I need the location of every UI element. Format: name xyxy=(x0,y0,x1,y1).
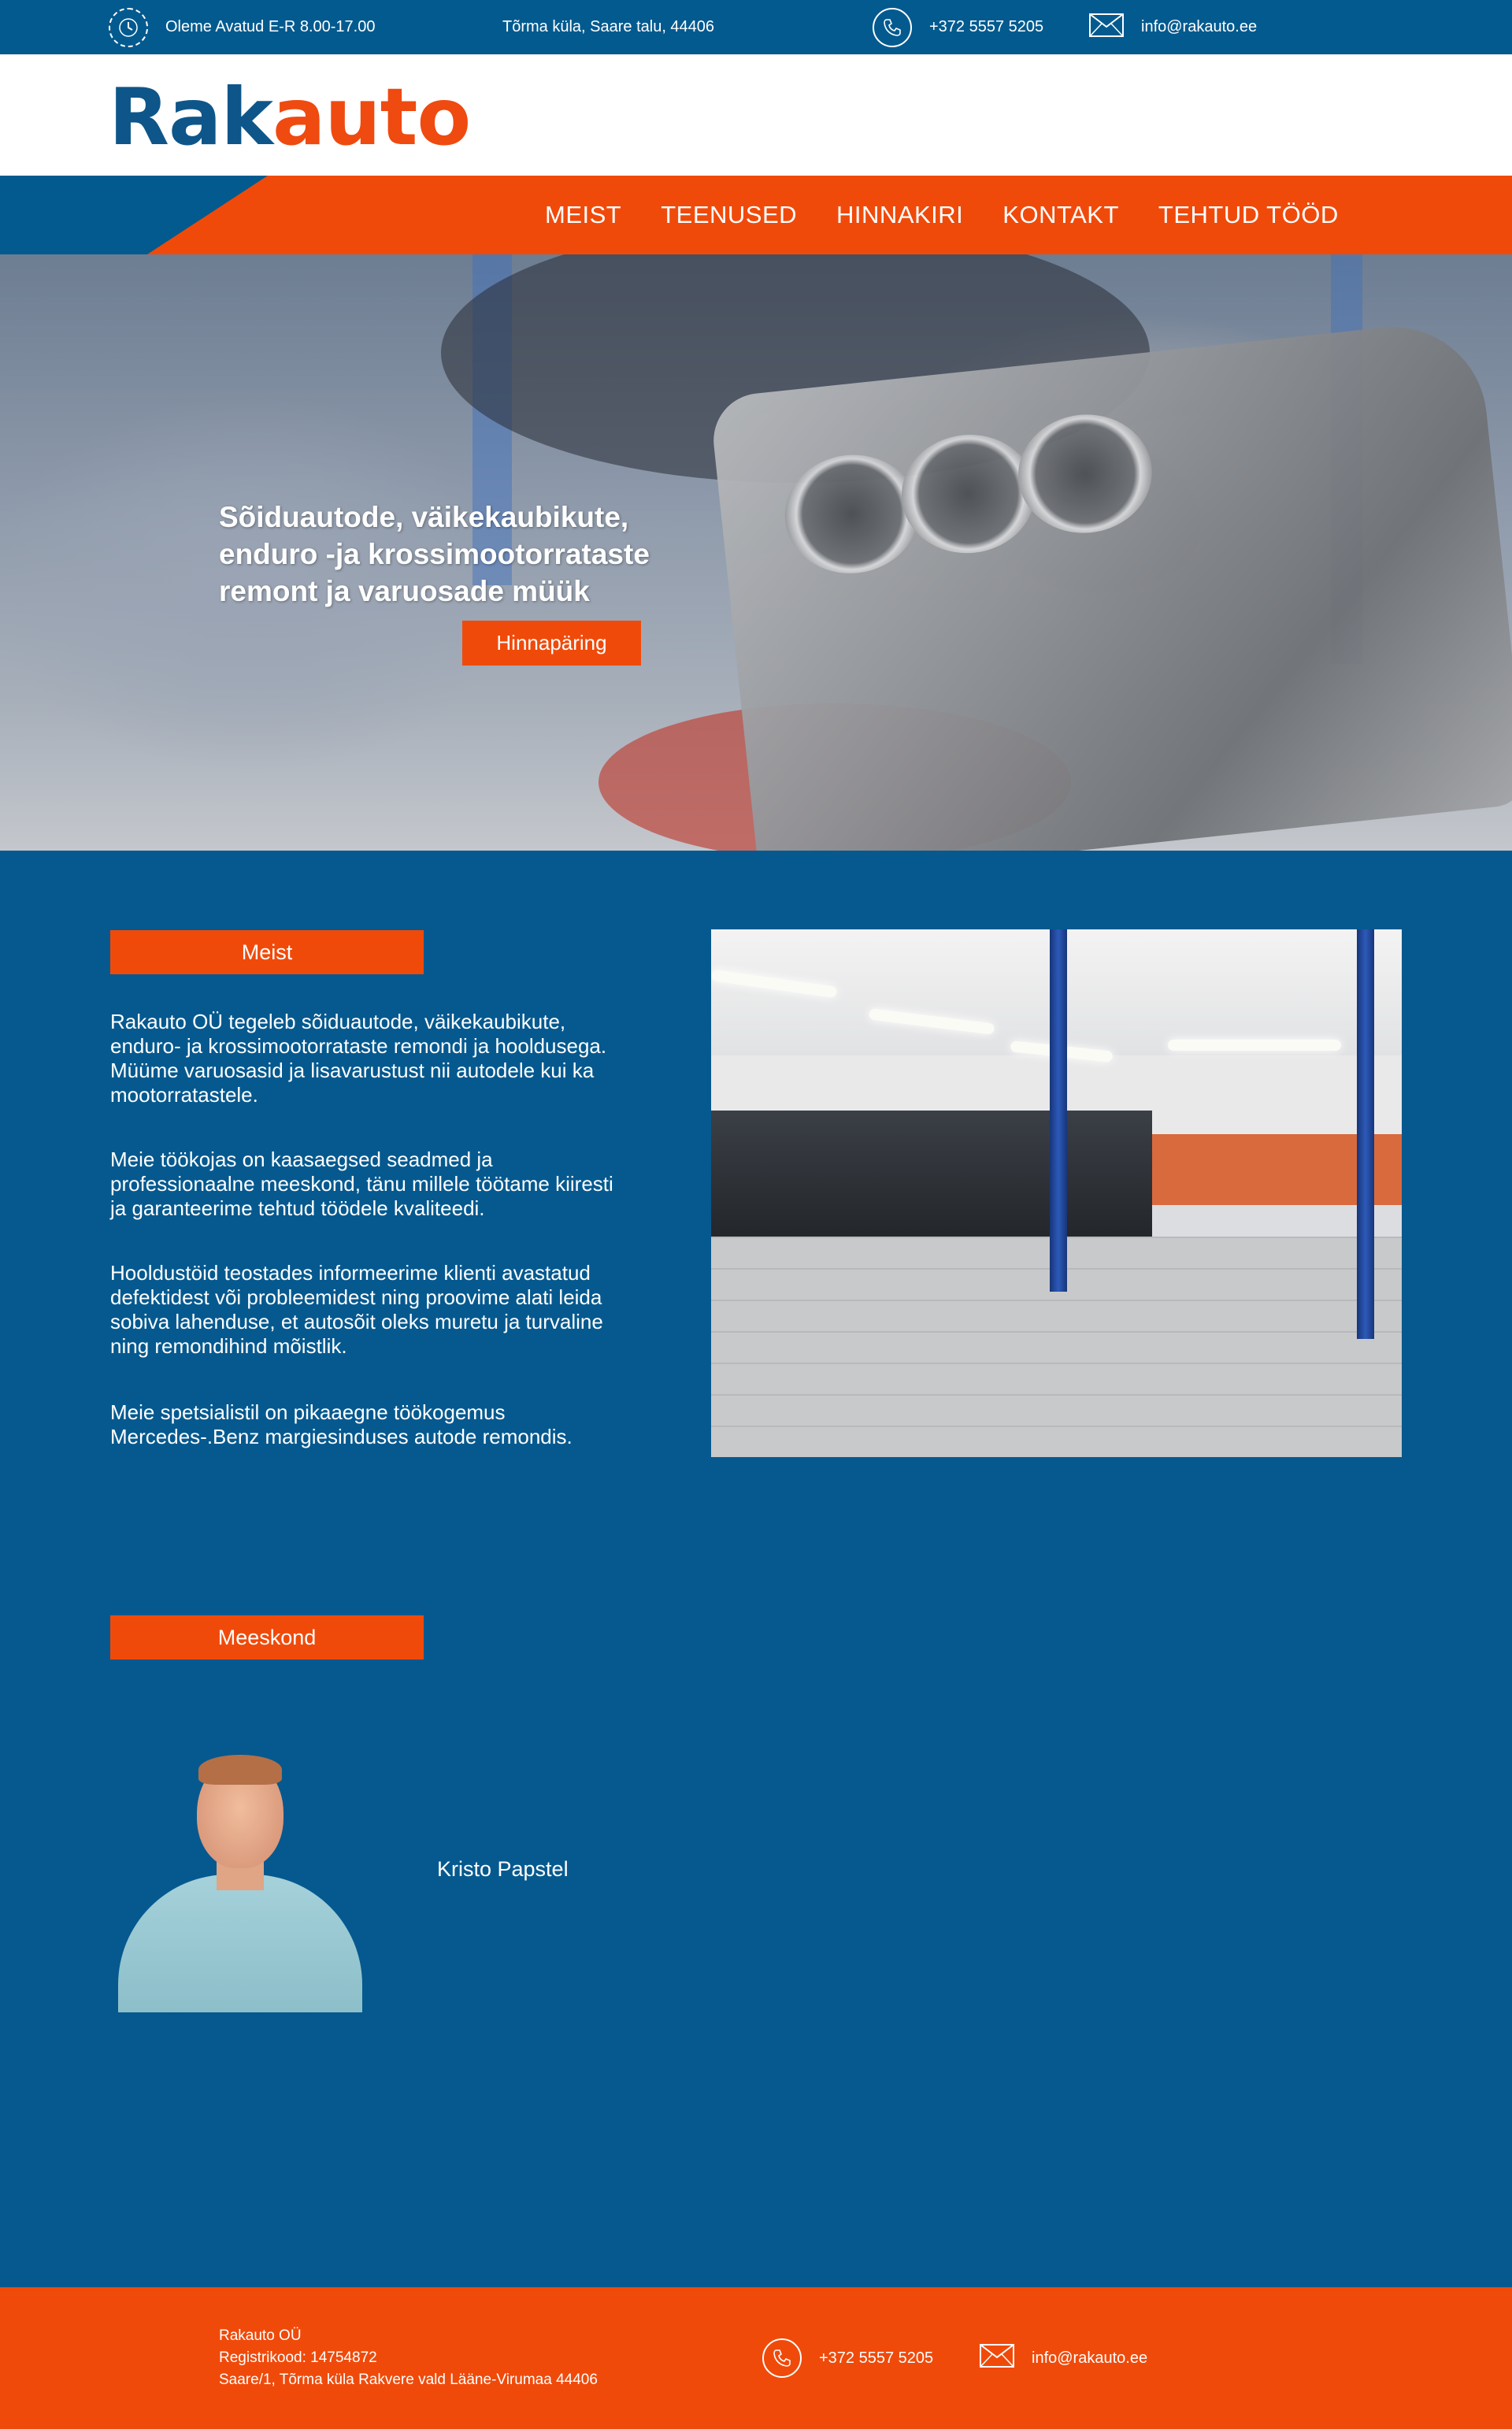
top-phone[interactable]: +372 5557 5205 xyxy=(873,0,1043,54)
footer-phone[interactable]: +372 5557 5205 xyxy=(762,2338,933,2378)
about-paragraph: Meie töökojas on kaasaegsed seadmed ja p… xyxy=(110,1148,613,1220)
site-footer: Rakauto OÜ Registrikood: 14754872 Saare/… xyxy=(0,2287,1512,2429)
main-navigation: MEIST TEENUSED HINNAKIRI KONTAKT TEHTUD … xyxy=(0,176,1512,254)
about-paragraph: Hooldustöid teostades informeerime klien… xyxy=(110,1261,603,1358)
about-heading: Meist xyxy=(110,930,424,974)
logo-part-auto: auto xyxy=(272,71,471,163)
car-lift-post xyxy=(1357,929,1374,1339)
envelope-icon xyxy=(980,2344,1014,2372)
top-email[interactable]: info@rakauto.ee xyxy=(1089,0,1257,54)
car-lift-post xyxy=(1050,929,1067,1292)
footer-regcode: Registrikood: 14754872 xyxy=(219,2349,377,2366)
team-heading: Meeskond xyxy=(110,1615,424,1660)
envelope-icon xyxy=(1089,13,1124,42)
nav-item-meist[interactable]: MEIST xyxy=(545,201,621,229)
nav-menu: MEIST TEENUSED HINNAKIRI KONTAKT TEHTUD … xyxy=(545,176,1339,254)
top-info-bar: Oleme Avatud E-R 8.00-17.00 Tõrma küla, … xyxy=(0,0,1512,54)
photo-hair xyxy=(198,1755,282,1785)
footer-company-name: Rakauto OÜ xyxy=(219,2327,302,2344)
hero-title: Sõiduautode, väikekaubikute, enduro -ja … xyxy=(219,501,650,607)
phone-icon xyxy=(873,7,912,47)
clock-icon xyxy=(109,7,148,47)
nav-blue-wedge xyxy=(0,176,268,254)
address-text: Tõrma küla, Saare talu, 44406 xyxy=(502,18,715,35)
footer-email-text[interactable]: info@rakauto.ee xyxy=(1032,2349,1147,2368)
ceiling-lamp xyxy=(1168,1040,1341,1051)
hero-banner: Sõiduautode, väikekaubikute, enduro -ja … xyxy=(0,254,1512,851)
footer-company-info: Rakauto OÜ Registrikood: 14754872 Saare/… xyxy=(219,2325,598,2391)
nav-item-hinnakiri[interactable]: HINNAKIRI xyxy=(836,201,963,229)
top-email-text[interactable]: info@rakauto.ee xyxy=(1141,18,1257,36)
about-paragraph: Meie spetsialistil on pikaaegne töökogem… xyxy=(110,1400,573,1448)
hero-engine-block-image xyxy=(709,317,1512,851)
site-logo[interactable]: Rakauto xyxy=(109,78,471,157)
photo-shirt xyxy=(118,1875,362,2012)
phone-icon xyxy=(762,2338,802,2378)
price-request-button[interactable]: Hinnapäring xyxy=(462,621,641,666)
engine-cylinder xyxy=(1012,408,1158,540)
engine-cylinder xyxy=(779,448,925,580)
footer-address: Saare/1, Tõrma küla Rakvere vald Lääne-V… xyxy=(219,2372,598,2388)
workshop-photo xyxy=(711,929,1402,1457)
logo-part-rak: Rak xyxy=(109,71,273,163)
opening-hours: Oleme Avatud E-R 8.00-17.00 xyxy=(109,0,375,54)
about-paragraph: Rakauto OÜ tegeleb sõiduautode, väikekau… xyxy=(110,1010,607,1107)
footer-email[interactable]: info@rakauto.ee xyxy=(980,2338,1147,2378)
site-header: Rakauto xyxy=(0,54,1512,176)
nav-item-kontakt[interactable]: KONTAKT xyxy=(1002,201,1119,229)
top-phone-text[interactable]: +372 5557 5205 xyxy=(929,18,1043,36)
opening-hours-text: Oleme Avatud E-R 8.00-17.00 xyxy=(165,18,376,35)
footer-phone-text[interactable]: +372 5557 5205 xyxy=(819,2349,933,2368)
engine-cylinder xyxy=(895,428,1042,560)
team-member-name: Kristo Papstel xyxy=(437,1857,569,1881)
team-member-photo xyxy=(110,1749,370,2012)
nav-item-tehtud-tood[interactable]: TEHTUD TÖÖD xyxy=(1158,201,1339,229)
nav-item-teenused[interactable]: TEENUSED xyxy=(661,201,797,229)
